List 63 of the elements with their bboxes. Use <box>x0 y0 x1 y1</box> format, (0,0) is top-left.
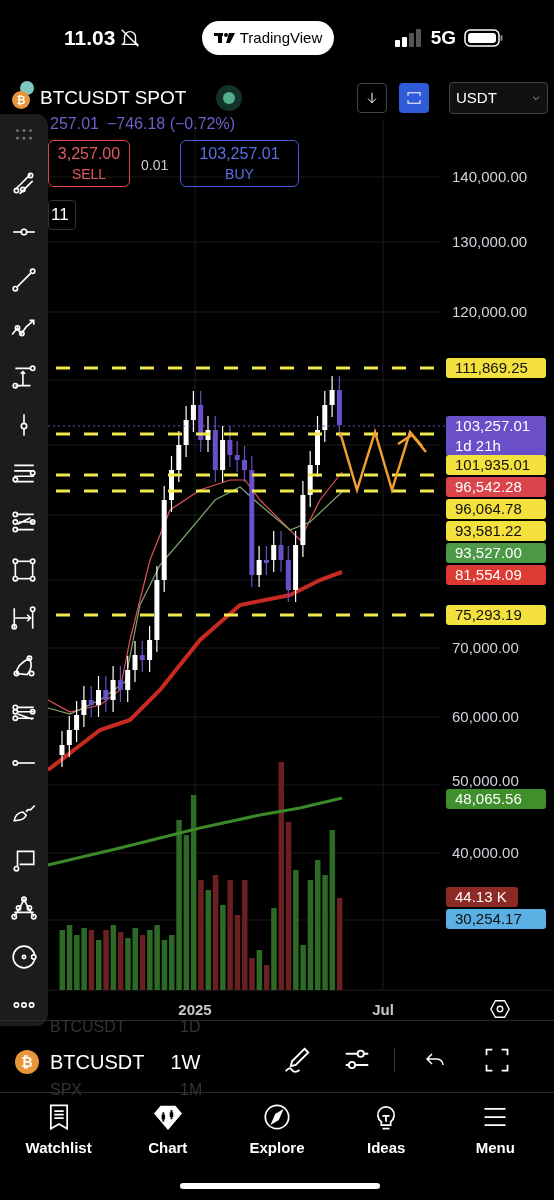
price-axis-label: 70,000.00 <box>452 639 519 657</box>
price-label: 96,542.28 <box>446 477 546 497</box>
symbol-title[interactable]: BTCUSDT SPOT <box>40 83 187 113</box>
price-label: 111,869.25 <box>446 358 546 378</box>
price-axis-label: 130,000.00 <box>452 233 528 251</box>
battery-icon <box>464 28 504 48</box>
vertical-measure-icon[interactable] <box>11 363 37 390</box>
price-label: 30,254.17 <box>446 909 546 929</box>
fullscreen-icon[interactable] <box>483 1046 511 1074</box>
time-axis-label: Jul <box>372 1000 394 1020</box>
price-label: 103,257.01 1d 21h <box>446 416 546 456</box>
candle <box>242 445 247 483</box>
time-axis-label: 2025 <box>178 1000 212 1020</box>
signal-icon <box>394 29 423 47</box>
chart-icon <box>153 1103 182 1131</box>
frame-icon <box>405 89 423 107</box>
buy-button[interactable]: 103,257.01 BUY <box>180 140 299 187</box>
circle-icon[interactable] <box>11 943 37 970</box>
price-label: 81,554.09 <box>446 565 546 585</box>
price-label: 93,527.00 <box>446 543 546 563</box>
price-axis-label: 40,000.00 <box>452 844 519 862</box>
logo-icon <box>213 32 236 44</box>
price-change: −746.18 (−0.72%) <box>106 114 236 134</box>
status-time: 11.03 <box>64 25 116 52</box>
currency-select[interactable]: USDT <box>449 82 548 114</box>
bitcoin-icon: ₿ <box>12 91 30 109</box>
price-axis-label: 60,000.00 <box>452 708 519 726</box>
pen-icon[interactable] <box>282 1045 312 1075</box>
price-label: 96,064.78 <box>446 499 546 519</box>
nav-tab[interactable]: Chart <box>117 1103 218 1160</box>
nav-tab[interactable]: Explore <box>226 1103 327 1160</box>
nav-tab[interactable]: Menu <box>445 1103 546 1160</box>
candle <box>96 675 101 718</box>
price-axis-label: 50,000.00 <box>452 772 519 790</box>
app-pill: TradingView <box>201 21 335 55</box>
network-type: 5G <box>430 25 456 50</box>
compass-icon <box>262 1103 291 1131</box>
fit-screen-button[interactable] <box>399 83 429 113</box>
price-label: 101,935.01 <box>446 455 546 475</box>
bitcoin-icon: ₿ <box>15 1050 39 1074</box>
nav-tab[interactable]: Ideas <box>336 1103 437 1160</box>
price-axis-label: 120,000.00 <box>452 303 528 321</box>
price-label: 44.13 K <box>446 887 518 907</box>
price-label: 48,065.56 <box>446 789 546 809</box>
last-price: 257.01 <box>50 114 99 134</box>
trend-line-icon[interactable] <box>11 267 37 293</box>
download-button[interactable] <box>357 83 387 113</box>
nav-tab[interactable]: Watchlist <box>8 1103 109 1160</box>
fib-lines-icon[interactable] <box>11 508 37 535</box>
price-label: 93,581.22 <box>446 521 546 541</box>
exchange-icon <box>20 81 34 95</box>
rectangle-icon[interactable] <box>11 556 37 583</box>
price-label: 75,293.19 <box>446 605 546 625</box>
spread-value: 0.01 <box>141 156 169 175</box>
interval-button[interactable]: 1W <box>170 1047 201 1077</box>
price-axis-label: 140,000.00 <box>452 168 528 186</box>
arrow-head-line <box>397 433 427 453</box>
settings-icon[interactable] <box>489 998 511 1020</box>
symbol-button[interactable]: BTCUSDT <box>50 1047 145 1077</box>
date-range-icon[interactable] <box>11 605 37 632</box>
candle <box>169 455 174 513</box>
chevron-down-icon <box>531 93 541 103</box>
pattern-icon[interactable] <box>11 895 37 922</box>
